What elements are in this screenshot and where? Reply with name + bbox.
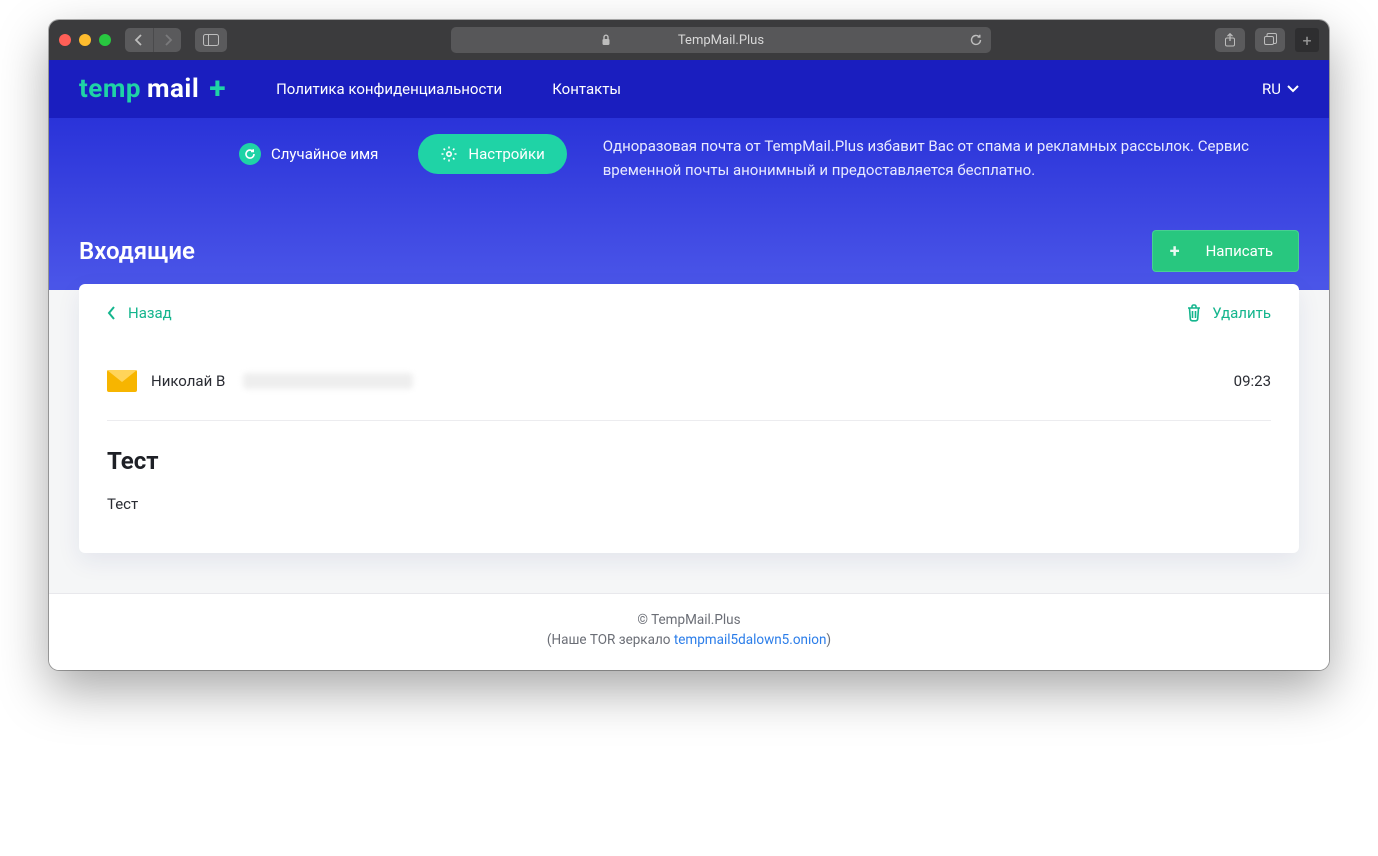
chrome-right: + (1215, 28, 1319, 52)
nav-contacts-link[interactable]: Контакты (552, 80, 621, 98)
gear-icon (440, 145, 458, 163)
back-button[interactable] (125, 28, 153, 52)
minimize-window-icon[interactable] (79, 34, 91, 46)
random-name-button[interactable]: Случайное имя (217, 134, 400, 174)
address-bar[interactable]: TempMail.Plus (451, 27, 991, 53)
address-text: TempMail.Plus (678, 33, 764, 48)
delete-link[interactable]: Удалить (1186, 304, 1271, 322)
sender-email-redacted (243, 373, 413, 389)
reload-icon[interactable] (969, 33, 983, 47)
footer-tor-prefix: (Наше TOR зеркало (547, 632, 674, 648)
sender-name: Николай В (151, 372, 225, 390)
back-link[interactable]: Назад (107, 304, 172, 322)
email-body: Тест (107, 495, 1271, 513)
share-icon[interactable] (1215, 28, 1245, 52)
content-area: Назад Удалить Николай В 09:23 Тест Тест (49, 284, 1329, 593)
footer-tor-suffix: ) (826, 632, 831, 648)
compose-button[interactable]: + Написать (1152, 230, 1299, 272)
email-time: 09:23 (1234, 372, 1271, 390)
tagline-text: Одноразовая почта от TempMail.Plus избав… (603, 134, 1299, 182)
nav-privacy-link[interactable]: Политика конфиденциальности (276, 80, 502, 98)
tabs-icon[interactable] (1255, 28, 1285, 52)
sub-header: Случайное имя Настройки Одноразовая почт… (49, 118, 1329, 284)
delete-label: Удалить (1212, 304, 1271, 322)
email-header-row: Николай В 09:23 (107, 336, 1271, 421)
app-header: tempmail+ Политика конфиденциальности Ко… (49, 60, 1329, 118)
compose-label: Написать (1206, 242, 1273, 260)
nav-buttons (125, 28, 181, 52)
settings-label: Настройки (468, 145, 544, 163)
email-subject: Тест (107, 447, 1271, 475)
footer-tor-link[interactable]: tempmail5dalown5.onion (674, 632, 827, 648)
footer: © TempMail.Plus (Наше TOR зеркало tempma… (49, 593, 1329, 670)
trash-icon (1186, 304, 1202, 322)
new-tab-button[interactable]: + (1295, 28, 1319, 52)
settings-button[interactable]: Настройки (418, 134, 566, 174)
inbox-title: Входящие (79, 237, 195, 265)
sidebar-toggle-icon[interactable] (195, 28, 227, 52)
lock-icon (601, 34, 611, 46)
zoom-window-icon[interactable] (99, 34, 111, 46)
chevron-down-icon (1287, 85, 1299, 93)
language-selector[interactable]: RU (1262, 80, 1299, 98)
browser-chrome: TempMail.Plus + (49, 20, 1329, 60)
refresh-icon (239, 143, 261, 165)
browser-window: TempMail.Plus + tempmail+ Политика конфи… (49, 20, 1329, 670)
close-window-icon[interactable] (59, 34, 71, 46)
back-label: Назад (128, 304, 172, 322)
mail-icon (107, 370, 137, 392)
plus-icon: + (1170, 241, 1180, 262)
forward-button[interactable] (153, 28, 181, 52)
language-label: RU (1262, 80, 1281, 98)
email-card: Назад Удалить Николай В 09:23 Тест Тест (79, 284, 1299, 553)
logo[interactable]: tempmail+ (79, 74, 226, 104)
chevron-left-icon (107, 306, 116, 320)
footer-copyright: © TempMail.Plus (49, 612, 1329, 628)
random-name-label: Случайное имя (271, 145, 378, 163)
window-controls (59, 34, 111, 46)
